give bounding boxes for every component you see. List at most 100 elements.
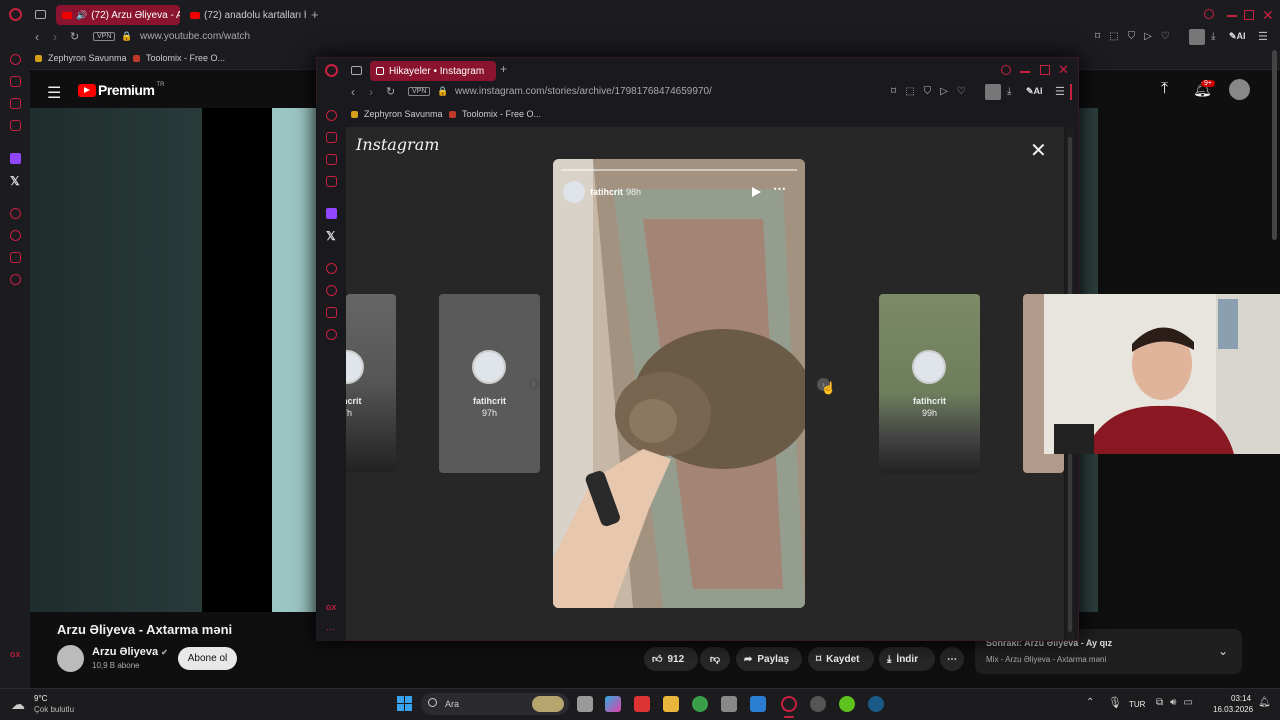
store-icon[interactable] bbox=[721, 696, 737, 712]
close-window-button[interactable]: ✕ bbox=[1262, 7, 1274, 24]
bookmark-zephyron[interactable]: Zephyron Savunma bbox=[35, 53, 127, 63]
story-card-next[interactable]: fatihcrit 99h bbox=[879, 294, 980, 473]
clock-date[interactable]: 16.03.2026 bbox=[1213, 705, 1253, 714]
hamburger-icon[interactable]: ☰ bbox=[47, 83, 61, 103]
language-indicator[interactable]: TUR bbox=[1129, 700, 1145, 709]
new-tab-button[interactable]: + bbox=[311, 7, 319, 22]
opera-logo-icon[interactable] bbox=[9, 8, 22, 21]
forward-icon[interactable]: › bbox=[53, 30, 57, 44]
inner-back-icon[interactable]: ‹ bbox=[351, 85, 355, 99]
bag-icon[interactable] bbox=[10, 76, 21, 87]
notification-bell-icon[interactable]: 🔔︎ bbox=[1258, 697, 1271, 708]
inner-maximize-button[interactable] bbox=[1040, 65, 1050, 75]
download-icon[interactable]: ⤓ bbox=[1211, 31, 1215, 42]
previous-story-arrow[interactable]: ‹ bbox=[528, 378, 540, 390]
settings-icon[interactable] bbox=[326, 329, 337, 340]
tray-chevron-icon[interactable]: ⌃ bbox=[1086, 697, 1094, 708]
story-more-icon[interactable]: ⋯ bbox=[773, 181, 786, 197]
player-icon[interactable] bbox=[326, 263, 337, 274]
inner-gx-label[interactable]: GX bbox=[326, 605, 336, 612]
extensions-icon[interactable] bbox=[10, 252, 21, 263]
save-button[interactable]: ⌑ Kaydet bbox=[808, 647, 874, 671]
weather-icon[interactable]: ☁ bbox=[11, 696, 25, 713]
active-story[interactable]: fatihcrit 98h ⋯ bbox=[553, 159, 805, 608]
inner-url[interactable]: www.instagram.com/stories/archive/179817… bbox=[455, 86, 712, 97]
inner-workspaces-icon[interactable] bbox=[351, 66, 362, 75]
inner-reload-icon[interactable]: ↻ bbox=[386, 85, 395, 98]
heart-icon[interactable]: ♡ bbox=[1161, 31, 1170, 42]
close-story-button[interactable]: ✕ bbox=[1030, 138, 1047, 163]
story-play-icon[interactable] bbox=[752, 187, 761, 197]
sidebar-more-icon[interactable]: ⋯ bbox=[326, 624, 335, 635]
volume-icon[interactable]: 🔊︎ bbox=[1170, 697, 1176, 708]
shield-icon[interactable]: ⛉ bbox=[1128, 31, 1136, 42]
story-card-partial-left[interactable]: hcrit 7h bbox=[346, 294, 396, 472]
copilot-icon[interactable] bbox=[605, 696, 621, 712]
speed-dial-icon[interactable] bbox=[10, 54, 21, 65]
inner-profile-avatar[interactable] bbox=[985, 84, 1001, 100]
outer-url[interactable]: www.youtube.com/watch bbox=[140, 31, 250, 42]
play-icon[interactable]: ▷ bbox=[1144, 31, 1152, 42]
inner-search-icon[interactable] bbox=[1001, 65, 1011, 75]
page-scrollbar-thumb[interactable] bbox=[1272, 50, 1277, 240]
twitch-icon[interactable] bbox=[326, 208, 337, 219]
story-card-previous[interactable]: fatihcrit 97h bbox=[439, 294, 540, 473]
dislike-button[interactable]: 👎︎ bbox=[700, 647, 730, 671]
shield-icon[interactable]: ⛉ bbox=[924, 86, 932, 97]
taskbar-search-label[interactable]: Ara bbox=[445, 699, 459, 709]
inner-new-tab-button[interactable]: + bbox=[500, 62, 507, 76]
outer-tab-youtube[interactable]: 🔊 (72) Arzu Əliyeva - Ax bbox=[56, 5, 180, 25]
inner-opera-logo-icon[interactable] bbox=[325, 64, 338, 77]
github-icon[interactable] bbox=[810, 696, 826, 712]
snapshot-icon[interactable]: ⬚ bbox=[905, 86, 914, 97]
inner-forward-icon[interactable]: › bbox=[369, 85, 373, 99]
battery-icon[interactable]: ▭ bbox=[1183, 697, 1192, 708]
outer-tab-anadolu[interactable]: (72) anadolu kartalları hoş bbox=[184, 5, 306, 25]
account-avatar[interactable] bbox=[1229, 79, 1250, 100]
more-actions-button[interactable]: ⋯ bbox=[940, 647, 964, 671]
bag-icon[interactable] bbox=[326, 132, 337, 143]
opera-gx-taskbar-icon[interactable] bbox=[781, 696, 797, 712]
x-icon[interactable]: 𝕏 bbox=[10, 174, 20, 188]
steam-icon[interactable] bbox=[868, 696, 884, 712]
speaker-icon[interactable]: 🔊 bbox=[76, 10, 87, 21]
heart-icon[interactable]: ♡ bbox=[957, 86, 966, 97]
search-icon[interactable] bbox=[1204, 9, 1214, 19]
inner-bookmark-zephyron[interactable]: Zephyron Savunma bbox=[351, 109, 443, 119]
gx-label[interactable]: GX bbox=[10, 652, 20, 659]
messenger-icon[interactable] bbox=[10, 98, 21, 109]
channel-name[interactable]: Arzu Əliyeva ✔ bbox=[92, 646, 168, 658]
download-button[interactable]: ⤓ İndir bbox=[879, 647, 935, 671]
player-icon[interactable] bbox=[10, 208, 21, 219]
snapshot-icon[interactable]: ⬚ bbox=[1109, 31, 1118, 42]
start-button[interactable] bbox=[397, 696, 412, 711]
instagram-logo[interactable]: Instagram bbox=[356, 135, 439, 154]
aria-ai-button[interactable]: ✎AI bbox=[1229, 31, 1246, 42]
m-icon[interactable] bbox=[326, 176, 337, 187]
bookmark-icon[interactable]: ⌑ bbox=[1095, 31, 1100, 42]
back-icon[interactable]: ‹ bbox=[35, 30, 39, 44]
inner-minimize-button[interactable] bbox=[1020, 71, 1030, 73]
workspaces-icon[interactable] bbox=[35, 10, 46, 19]
messenger-icon[interactable] bbox=[326, 154, 337, 165]
vpn-badge[interactable]: VPN bbox=[93, 32, 116, 41]
task-view-icon[interactable] bbox=[577, 696, 593, 712]
play-icon[interactable]: ▷ bbox=[940, 86, 948, 97]
inner-bookmark-toolomix[interactable]: Toolomix - Free O... bbox=[449, 109, 541, 119]
share-button[interactable]: ➦ Paylaş bbox=[736, 647, 802, 671]
extensions-icon[interactable] bbox=[326, 307, 337, 318]
bookmark-toolomix[interactable]: Toolomix - Free O... bbox=[133, 53, 225, 63]
history-icon[interactable] bbox=[326, 285, 337, 296]
weather-desc[interactable]: Çok bulutlu bbox=[34, 705, 74, 714]
microphone-icon[interactable]: 🎙︎ bbox=[1108, 696, 1122, 709]
settings-icon[interactable] bbox=[10, 274, 21, 285]
bookmark-icon[interactable]: ⌑ bbox=[891, 86, 896, 97]
story-username[interactable]: fatihcrit bbox=[590, 187, 623, 197]
xbox-icon[interactable] bbox=[839, 696, 855, 712]
clock-time[interactable]: 03:14 bbox=[1231, 694, 1251, 703]
upload-icon[interactable]: ⤒ bbox=[1161, 80, 1168, 98]
menu-icon[interactable]: ☰ bbox=[1258, 30, 1268, 43]
like-button[interactable]: 👍︎ 912 bbox=[644, 647, 698, 671]
minimize-button[interactable] bbox=[1227, 15, 1237, 17]
app-red-icon[interactable] bbox=[634, 696, 650, 712]
